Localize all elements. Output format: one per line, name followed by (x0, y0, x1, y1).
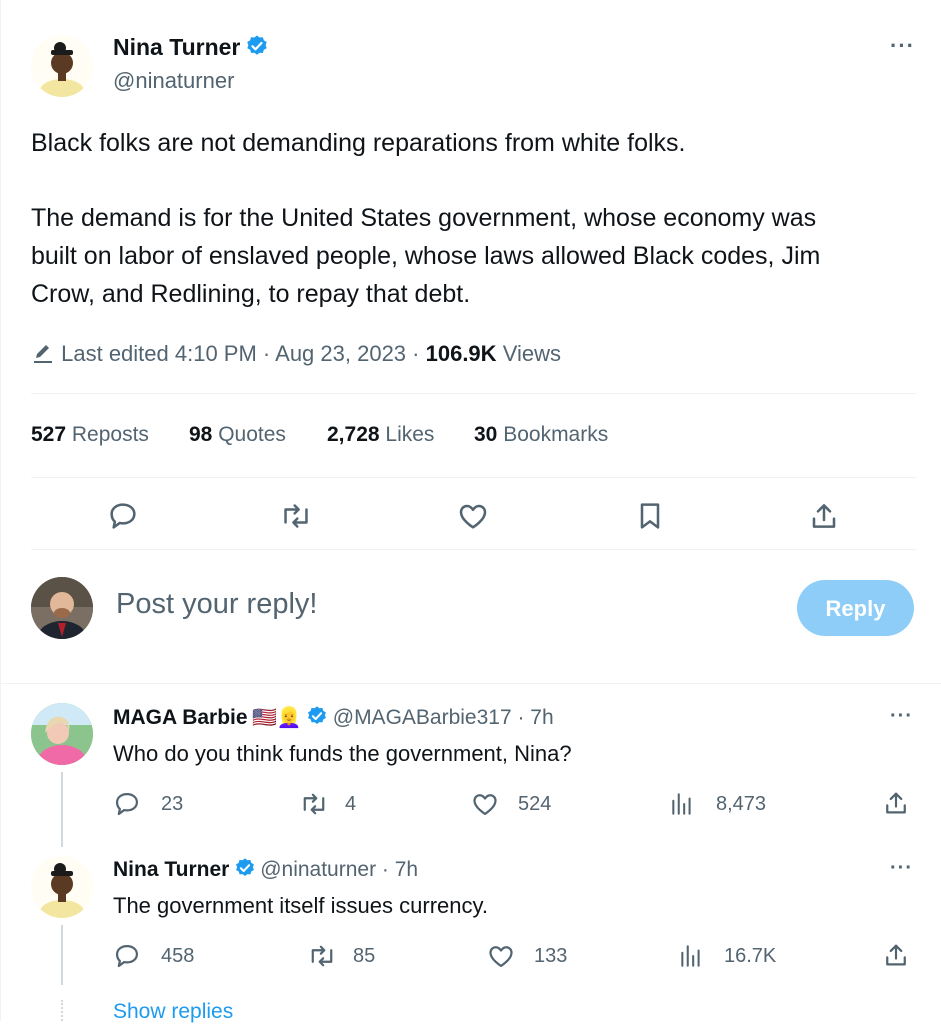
quotes-label: Quotes (218, 423, 286, 446)
reply-author-name[interactable]: Nina Turner (113, 858, 229, 881)
reply-author-row: MAGA Barbie 🇺🇸👱‍♀️ @MAGABarbie317 · 7h (113, 705, 554, 730)
views-icon[interactable] (678, 942, 704, 970)
edited-views-row: Last edited 4:10 PM · Aug 23, 2023 · 106… (31, 341, 561, 367)
thread-connector (61, 925, 63, 985)
show-replies-link[interactable]: Show replies (113, 1000, 233, 1024)
quotes-stat[interactable]: 98 Quotes (189, 423, 286, 447)
bookmark-icon[interactable] (634, 500, 666, 532)
reply-count: 23 (161, 793, 184, 815)
reply-text: The government itself issues currency. (113, 893, 488, 918)
more-icon[interactable]: ··· (890, 857, 913, 880)
pencil-icon (34, 345, 52, 363)
views-count: 106.9K (425, 341, 497, 366)
reposts-count: 527 (31, 423, 67, 446)
tweet-text-line: The demand is for the United States gove… (31, 204, 817, 232)
divider (31, 393, 916, 394)
reply-input[interactable]: Post your reply! (116, 588, 317, 621)
flag-emoji: 🇺🇸👱‍♀️ (252, 707, 302, 729)
verified-badge-icon (308, 706, 327, 724)
more-icon[interactable]: ··· (890, 33, 915, 59)
like-count: 133 (534, 945, 568, 967)
likes-stat[interactable]: 2,728 Likes (327, 423, 434, 447)
tweet-detail: Nina Turner @ninaturner ··· Black folks … (0, 0, 941, 1024)
views-count: 16.7K (724, 945, 777, 967)
divider (31, 477, 916, 478)
share-icon[interactable] (808, 500, 840, 532)
reply-count: 458 (161, 945, 195, 967)
reposts-label: Reposts (71, 423, 149, 446)
reply-icon[interactable] (113, 790, 141, 818)
bookmarks-count: 30 (474, 423, 498, 446)
author-avatar[interactable] (31, 35, 93, 97)
repost-icon[interactable] (307, 942, 337, 970)
author-handle[interactable]: @ninaturner (113, 68, 234, 94)
verified-badge-icon (247, 35, 267, 55)
reply-author-name[interactable]: MAGA Barbie (113, 706, 248, 729)
author-name[interactable]: Nina Turner (113, 34, 240, 60)
reply-icon[interactable] (107, 500, 139, 532)
reposts-stat[interactable]: 527 Reposts (31, 423, 149, 447)
reply-author-avatar[interactable] (31, 856, 93, 918)
verified-badge-icon (235, 858, 254, 876)
reply-handle-time[interactable]: @ninaturner · 7h (260, 858, 418, 881)
repost-icon[interactable] (299, 790, 329, 818)
repost-count: 4 (345, 793, 357, 815)
repost-icon[interactable] (279, 500, 313, 532)
current-user-avatar[interactable] (31, 577, 93, 639)
share-icon[interactable] (882, 941, 910, 969)
reply-text: Who do you think funds the government, N… (113, 741, 572, 766)
like-icon[interactable] (487, 942, 515, 970)
reply-button[interactable]: Reply (797, 580, 914, 636)
like-count: 524 (518, 793, 552, 815)
like-icon[interactable] (471, 790, 499, 818)
like-icon[interactable] (457, 500, 489, 532)
divider (1, 683, 941, 684)
author-name-row[interactable]: Nina Turner (113, 34, 269, 61)
tweet-text-line: built on labor of enslaved people, whose… (31, 242, 821, 270)
last-edited-label[interactable]: Last edited 4:10 PM · Aug 23, 2023 · (61, 341, 419, 366)
more-icon[interactable]: ··· (890, 705, 913, 728)
views-label: Views (502, 341, 561, 366)
tweet-text-paragraph-1: Black folks are not demanding reparation… (31, 129, 686, 157)
thread-connector-dotted (61, 1000, 65, 1021)
divider (31, 549, 916, 550)
repost-count: 85 (353, 945, 376, 967)
bookmarks-stat[interactable]: 30 Bookmarks (474, 423, 608, 447)
reply-icon[interactable] (113, 942, 141, 970)
reply-author-avatar[interactable] (31, 703, 93, 765)
share-icon[interactable] (882, 789, 910, 817)
quotes-count: 98 (189, 423, 213, 446)
reply-handle-time[interactable]: @MAGABarbie317 · 7h (333, 706, 554, 729)
bookmarks-label: Bookmarks (503, 423, 609, 446)
thread-connector (61, 772, 63, 847)
likes-label: Likes (385, 423, 435, 446)
likes-count: 2,728 (327, 423, 380, 446)
views-count: 8,473 (716, 793, 767, 815)
tweet-text-line: Crow, and Redlining, to repay that debt. (31, 280, 471, 308)
views-icon[interactable] (669, 790, 695, 818)
reply-author-row: Nina Turner @ninaturner · 7h (113, 857, 418, 882)
